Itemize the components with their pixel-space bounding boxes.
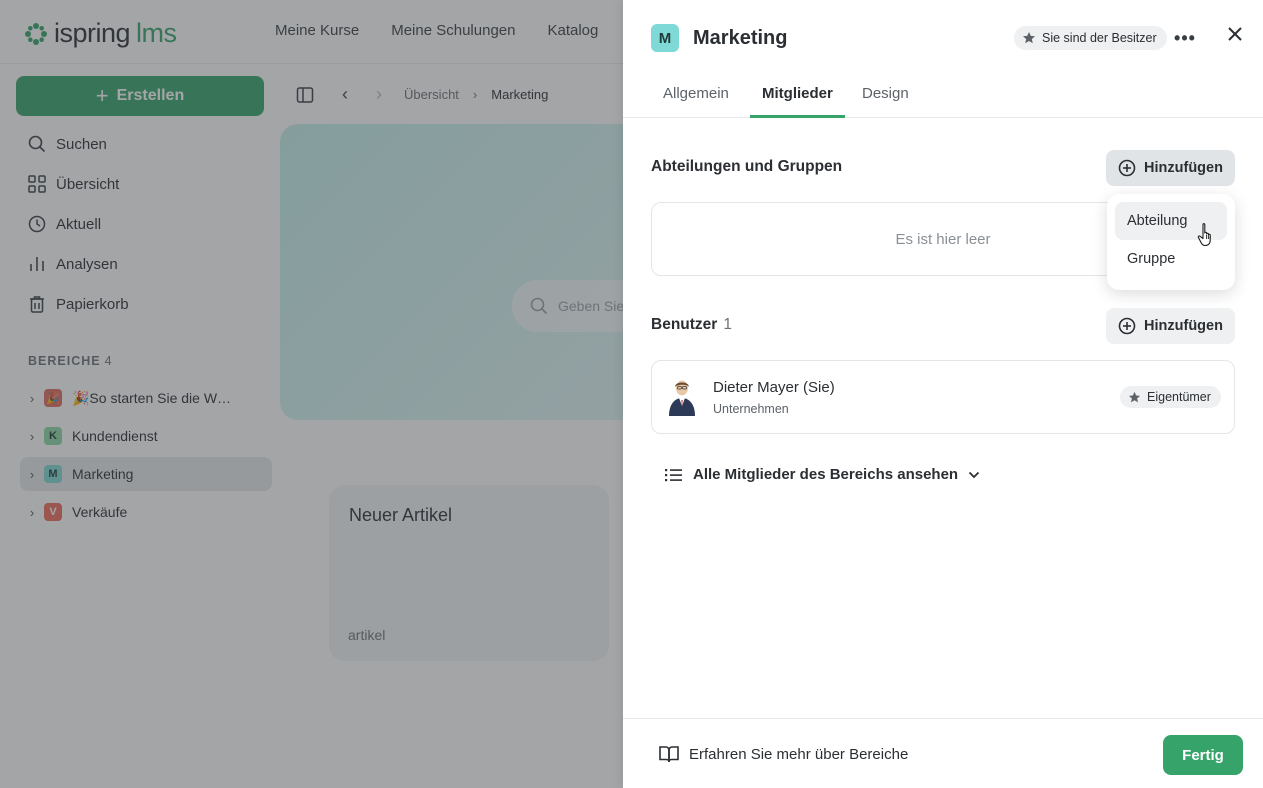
user-name: Dieter Mayer (Sie) xyxy=(713,379,835,396)
close-icon[interactable] xyxy=(1223,22,1247,46)
list-icon xyxy=(665,468,682,481)
tab-members[interactable]: Mitglieder xyxy=(750,85,845,118)
tab-general[interactable]: Allgemein xyxy=(663,85,729,118)
view-all-members-button[interactable]: Alle Mitglieder des Bereichs ansehen xyxy=(665,466,980,483)
owner-chip-label: Sie sind der Besitzer xyxy=(1042,31,1157,45)
groups-section-title: Abteilungen und Gruppen xyxy=(651,158,843,175)
role-label: Eigentümer xyxy=(1147,390,1211,404)
space-badge: M xyxy=(651,24,679,52)
learn-more-link[interactable]: Erfahren Sie mehr über Bereiche xyxy=(659,745,908,763)
users-section-title: Benutzer 1 xyxy=(651,316,732,334)
avatar xyxy=(669,380,695,416)
add-group-button[interactable]: Hinzufügen xyxy=(1106,150,1235,186)
hand-cursor-icon xyxy=(1197,223,1211,247)
done-button[interactable]: Fertig xyxy=(1163,735,1243,775)
empty-state-text: Es ist hier leer xyxy=(895,230,991,248)
more-options-icon[interactable]: ••• xyxy=(1172,26,1198,50)
star-icon xyxy=(1023,32,1035,44)
add-user-label: Hinzufügen xyxy=(1144,318,1223,334)
chevron-down-icon xyxy=(968,471,980,478)
plus-circle-icon xyxy=(1118,159,1136,177)
panel-header: M Marketing xyxy=(651,24,787,52)
users-title-text: Benutzer xyxy=(651,316,718,333)
plus-circle-icon xyxy=(1118,317,1136,335)
add-group-label: Hinzufügen xyxy=(1144,160,1223,176)
add-user-button[interactable]: Hinzufügen xyxy=(1106,308,1235,344)
panel-title: Marketing xyxy=(693,26,788,49)
user-org: Unternehmen xyxy=(713,402,789,416)
user-list-item: Dieter Mayer (Sie) Unternehmen Eigentüme… xyxy=(651,360,1235,434)
role-badge[interactable]: Eigentümer xyxy=(1120,386,1221,408)
star-icon xyxy=(1128,391,1141,402)
view-all-members-label: Alle Mitglieder des Bereichs ansehen xyxy=(693,466,959,483)
learn-more-label: Erfahren Sie mehr über Bereiche xyxy=(689,745,909,763)
tab-design[interactable]: Design xyxy=(862,85,909,118)
book-icon xyxy=(659,746,679,763)
panel-footer: Erfahren Sie mehr über Bereiche Fertig xyxy=(623,718,1263,788)
space-settings-panel: M Marketing Sie sind der Besitzer ••• Al… xyxy=(623,0,1263,788)
owner-chip: Sie sind der Besitzer xyxy=(1014,26,1167,50)
panel-tabs: Allgemein Mitglieder Design xyxy=(623,70,1263,118)
users-count: 1 xyxy=(723,316,732,333)
